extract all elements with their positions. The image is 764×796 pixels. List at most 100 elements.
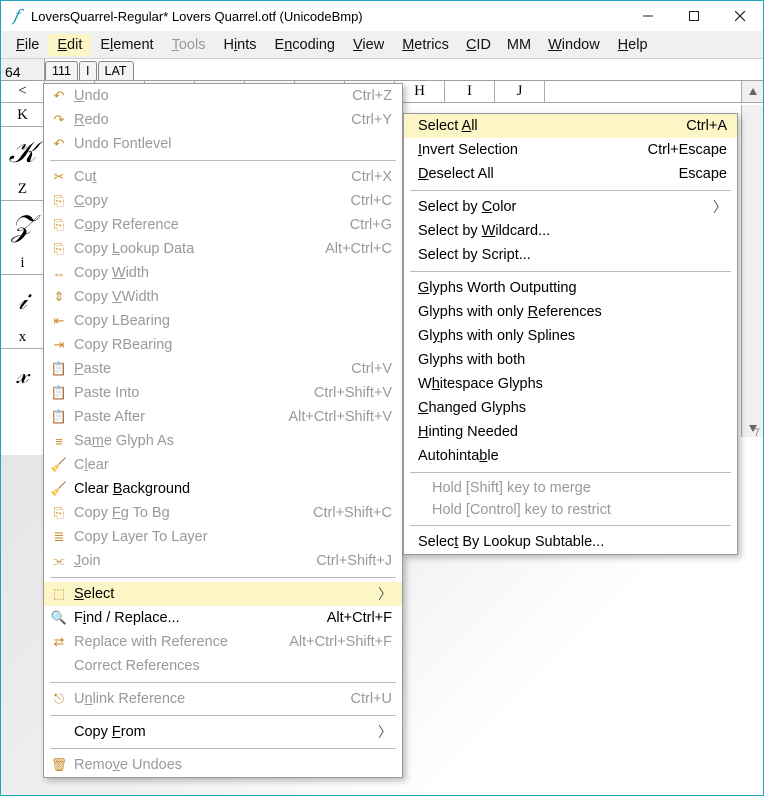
width-icon: ⇔ [48, 263, 70, 283]
menu-view[interactable]: View [344, 34, 393, 56]
select-all[interactable]: Select AllCtrl+A [404, 114, 737, 138]
select-autohint[interactable]: Autohintable [404, 444, 737, 468]
menu-encoding[interactable]: Encoding [266, 34, 344, 56]
edit-remove-undoes[interactable]: 🗑Remove Undoes [44, 753, 402, 777]
titlebar: 𝑓 LoversQuarrel-Regular* Lovers Quarrel.… [1, 1, 763, 31]
select-worth[interactable]: Glyphs Worth Outputting [404, 276, 737, 300]
select-submenu: Select AllCtrl+A Invert SelectionCtrl+Es… [403, 113, 738, 555]
edit-copy-fgbg[interactable]: ⎘Copy Fg To BgCtrl+Shift+C [44, 501, 402, 525]
paste-after-icon: 📋 [48, 407, 70, 427]
submenu-arrow-icon: 〉 [713, 197, 727, 217]
edit-copy-width[interactable]: ⇔Copy Width [44, 261, 402, 285]
select-hint-ctrl: Hold [Control] key to restrict [404, 499, 737, 521]
enc-tab-3[interactable]: LAT [98, 61, 134, 80]
edit-paste[interactable]: 📋PasteCtrl+V [44, 357, 402, 381]
menu-tools[interactable]: Tools [163, 34, 215, 56]
edit-copy-layer[interactable]: ≣Copy Layer To Layer [44, 525, 402, 549]
cut-icon: ✂ [48, 167, 70, 187]
edit-select[interactable]: ⬚Select〉 [44, 582, 402, 606]
menu-element[interactable]: Element [91, 34, 162, 56]
edit-copy-lookup[interactable]: ⎘Copy Lookup DataAlt+Ctrl+C [44, 237, 402, 261]
select-whitespace[interactable]: Whitespace Glyphs [404, 372, 737, 396]
menubar: File Edit Element Tools Hints Encoding V… [1, 31, 763, 59]
select-both[interactable]: Glyphs with both [404, 348, 737, 372]
glyph-cell-x[interactable]: x 𝓍 [1, 327, 45, 401]
edit-copy[interactable]: ⎘CopyCtrl+C [44, 189, 402, 213]
select-lookup[interactable]: Select By Lookup Subtable... [404, 530, 737, 554]
menu-window[interactable]: Window [539, 34, 609, 56]
edit-dropdown: ↶UndoCtrl+Z ↷RedoCtrl+Y ↶Undo Fontlevel … [43, 83, 403, 778]
letter-left[interactable]: < [1, 81, 45, 102]
edit-clear[interactable]: 🧹Clear [44, 453, 402, 477]
layer-icon: ≣ [48, 527, 70, 547]
menu-hints[interactable]: Hints [214, 34, 265, 56]
select-by-wildcard[interactable]: Select by Wildcard... [404, 219, 737, 243]
edit-undo[interactable]: ↶UndoCtrl+Z [44, 84, 402, 108]
scrollbar[interactable] [741, 105, 763, 437]
copy-lookup-icon: ⎘ [48, 239, 70, 259]
edit-replace-ref[interactable]: ⇄Replace with ReferenceAlt+Ctrl+Shift+F [44, 630, 402, 654]
close-button[interactable] [717, 1, 763, 31]
select-only-splines[interactable]: Glyphs with only Splines [404, 324, 737, 348]
edit-redo[interactable]: ↷RedoCtrl+Y [44, 108, 402, 132]
remove-undoes-icon: 🗑 [48, 755, 70, 775]
paste-into-icon: 📋 [48, 383, 70, 403]
select-only-refs[interactable]: Glyphs with only References [404, 300, 737, 324]
maximize-button[interactable] [671, 1, 717, 31]
letter-I[interactable]: I [445, 81, 495, 102]
vwidth-icon: ⇕ [48, 287, 70, 307]
edit-find[interactable]: 🔍Find / Replace...Alt+Ctrl+F [44, 606, 402, 630]
select-invert[interactable]: Invert SelectionCtrl+Escape [404, 138, 737, 162]
replace-ref-icon: ⇄ [48, 632, 70, 652]
undo-font-icon: ↶ [48, 134, 70, 154]
redo-icon: ↷ [48, 110, 70, 130]
edit-copy-lbearing[interactable]: ⇤Copy LBearing [44, 309, 402, 333]
app-icon: 𝑓 [7, 7, 25, 25]
edit-correct-ref[interactable]: Correct References [44, 654, 402, 678]
same-glyph-icon: ≡ [48, 431, 70, 451]
edit-join[interactable]: ⫘JoinCtrl+Shift+J [44, 549, 402, 573]
select-by-color[interactable]: Select by Color〉 [404, 195, 737, 219]
scroll-up-button[interactable] [741, 81, 763, 102]
enc-tab-2[interactable]: I [79, 61, 96, 80]
minimize-button[interactable] [625, 1, 671, 31]
menu-help[interactable]: Help [609, 34, 657, 56]
menu-file[interactable]: File [7, 34, 48, 56]
menu-edit[interactable]: Edit [48, 34, 91, 56]
edit-copy-ref[interactable]: ⎘Copy ReferenceCtrl+G [44, 213, 402, 237]
undo-icon: ↶ [48, 86, 70, 106]
copy-ref-icon: ⎘ [48, 215, 70, 235]
glyph-cell-i[interactable]: i 𝒾 [1, 253, 45, 327]
edit-same-glyph[interactable]: ≡Same Glyph As [44, 429, 402, 453]
edit-unlink[interactable]: ⎋Unlink ReferenceCtrl+U [44, 687, 402, 711]
glyph-cell-K[interactable]: K 𝒦 [1, 105, 45, 179]
edit-cut[interactable]: ✂CutCtrl+X [44, 165, 402, 189]
edit-paste-after[interactable]: 📋Paste AfterAlt+Ctrl+Shift+V [44, 405, 402, 429]
letter-J[interactable]: J [495, 81, 545, 102]
glyph-left-column: K 𝒦 Z 𝒵 i 𝒾 x 𝓍 [1, 105, 45, 401]
join-icon: ⫘ [48, 551, 70, 571]
menu-metrics[interactable]: Metrics [393, 34, 458, 56]
lbearing-icon: ⇤ [48, 311, 70, 331]
select-icon: ⬚ [48, 584, 70, 604]
encoding-row: 64 111 I LAT [1, 59, 763, 81]
edit-clear-bg[interactable]: 🧹Clear Background [44, 477, 402, 501]
fgbg-icon: ⎘ [48, 503, 70, 523]
edit-copy-vwidth[interactable]: ⇕Copy VWidth [44, 285, 402, 309]
select-by-script[interactable]: Select by Script... [404, 243, 737, 267]
select-hinting[interactable]: Hinting Needed [404, 420, 737, 444]
enc-tab-1[interactable]: 111 [45, 61, 78, 80]
edit-copy-rbearing[interactable]: ⇥Copy RBearing [44, 333, 402, 357]
unlink-icon: ⎋ [48, 689, 70, 709]
edit-paste-into[interactable]: 📋Paste IntoCtrl+Shift+V [44, 381, 402, 405]
glyph-cell-Z[interactable]: Z 𝒵 [1, 179, 45, 253]
clear-icon: 🧹 [48, 455, 70, 475]
edit-copy-from[interactable]: Copy From〉 [44, 720, 402, 744]
edit-undo-fontlevel[interactable]: ↶Undo Fontlevel [44, 132, 402, 156]
rbearing-icon: ⇥ [48, 335, 70, 355]
select-changed[interactable]: Changed Glyphs [404, 396, 737, 420]
menu-cid[interactable]: CID [458, 34, 499, 56]
submenu-arrow-icon: 〉 [378, 722, 392, 742]
menu-mm[interactable]: MM [499, 34, 539, 56]
select-deselect[interactable]: Deselect AllEscape [404, 162, 737, 186]
